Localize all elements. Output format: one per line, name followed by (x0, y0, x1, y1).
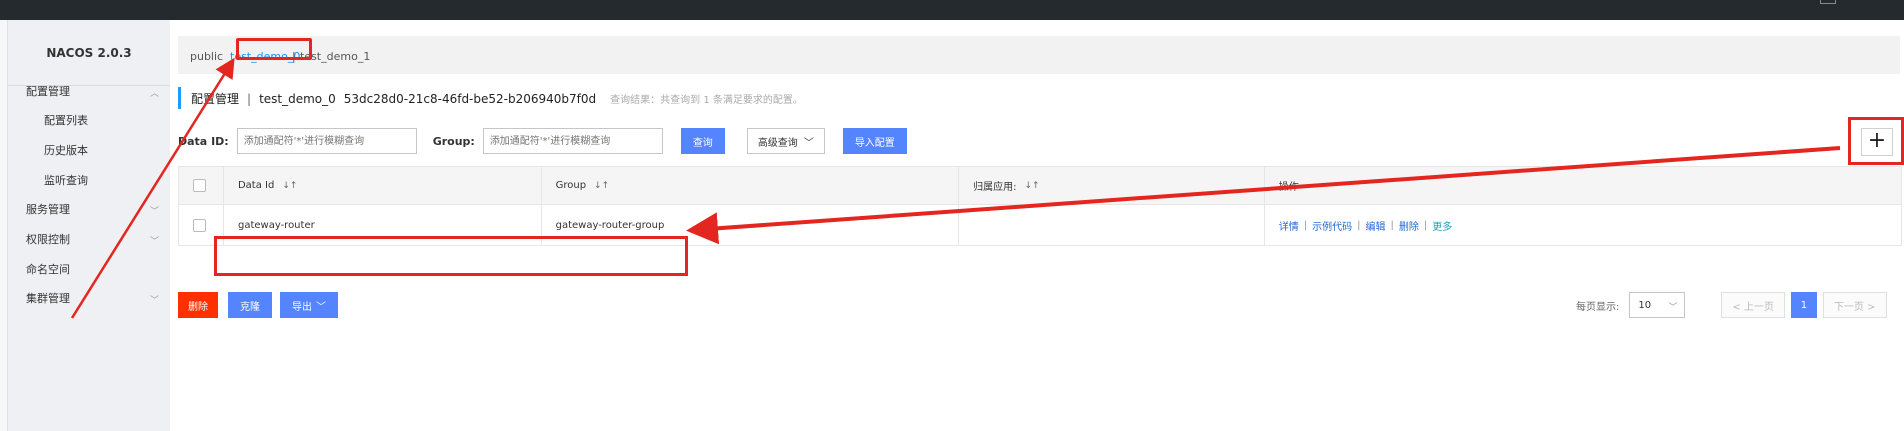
export-button[interactable]: 导出 ﹀ (280, 292, 338, 318)
page-title: 配置管理 | test_demo_0 53dc28d0-21c8-46fd-be52-… (191, 90, 596, 107)
query-button[interactable]: 查询 (680, 128, 725, 154)
export-label: 导出 (292, 301, 312, 313)
chevron-down-icon: ﹀ (150, 207, 160, 217)
highlight-box-namespace (236, 38, 312, 60)
op-separator: | (1357, 219, 1361, 231)
sidebar-item-access-control[interactable]: 权限控制 ﹀ (8, 225, 170, 253)
sidebar-item-label: 历史版本 (44, 144, 88, 157)
sample-code-link[interactable]: 示例代码 (1312, 218, 1352, 233)
cell-app (959, 205, 1265, 245)
advanced-query-label: 高级查询 (757, 137, 798, 149)
header-operations: 操作 (1265, 167, 1901, 204)
sidebar-item-label: 服务管理 (26, 203, 70, 216)
sort-icon[interactable]: ↓↑ (282, 181, 297, 191)
page-size-value: 10 (1638, 299, 1652, 311)
chevron-up-icon: ︿ (150, 89, 160, 99)
header-label: 操作 (1278, 182, 1299, 193)
op-separator: | (1423, 219, 1428, 231)
dataid-label: Data ID: (178, 134, 229, 148)
bulk-actions: 删除 克隆 导出 ﹀ (178, 292, 338, 318)
delete-link[interactable]: 删除 (1399, 218, 1419, 233)
title-namespace-id: 53dc28d0-21c8-46fd-be52-b206940b7f0d (343, 91, 597, 106)
sidebar-item-label: 监听查询 (44, 174, 88, 187)
header-data-id[interactable]: Data Id ↓↑ (224, 167, 542, 204)
pagination: 每页显示: 10 ﹀ < 上一页 1 下一页 > (1576, 292, 1887, 318)
current-page-button[interactable]: 1 (1790, 292, 1817, 318)
header-checkbox-cell (179, 167, 224, 204)
chevron-down-icon: ﹀ (316, 301, 326, 313)
op-separator: | (1303, 219, 1308, 231)
chevron-down-icon: ﹀ (150, 237, 160, 247)
page-size-select[interactable]: 10 ﹀ (1629, 292, 1686, 318)
clone-button[interactable]: 克隆 (228, 292, 272, 318)
add-config-button[interactable]: + (1861, 128, 1893, 156)
highlight-box-row (214, 236, 688, 276)
advanced-query-button[interactable]: 高级查询 ﹀ (746, 128, 825, 154)
op-separator: | (1390, 219, 1394, 231)
sidebar-item-service-management[interactable]: 服务管理 ﹀ (8, 195, 170, 223)
sort-icon[interactable]: ↓↑ (594, 181, 609, 191)
sidebar-item-config-list[interactable]: 配置列表 (8, 106, 170, 134)
edit-link[interactable]: 编辑 (1366, 218, 1386, 233)
title-separator: | (247, 91, 252, 106)
page-title-text: 配置管理 (191, 91, 240, 106)
details-link[interactable]: 详情 (1279, 218, 1299, 233)
header-label: Group (555, 180, 587, 191)
highlight-box-add: + (1848, 117, 1904, 165)
title-namespace: test_demo_0 (259, 91, 336, 106)
sidebar-item-cluster-management[interactable]: 集群管理 ﹀ (8, 284, 170, 312)
query-result-hint: 查询结果：共查询到 1 条满足要求的配置。 (610, 94, 803, 106)
sidebar-item-config-management[interactable]: 配置管理 ︿ (8, 77, 170, 105)
chevron-down-icon: ﹀ (150, 296, 160, 306)
group-input[interactable] (482, 128, 663, 154)
table-header: Data Id ↓↑ Group ↓↑ 归属应用: ↓↑ 操作 (179, 167, 1901, 205)
page-size-label: 每页显示: (1576, 301, 1620, 313)
sidebar-item-label: 集群管理 (26, 292, 70, 305)
chevron-down-icon: ﹀ (803, 137, 814, 149)
cell-operations: 详情 | 示例代码 | 编辑 | 删除 | 更多 (1265, 205, 1901, 245)
sidebar-item-label: 配置管理 (26, 85, 70, 98)
sidebar-item-label: 权限控制 (26, 233, 70, 246)
search-bar: Data ID: Group: 查询 高级查询 ﹀ 导入配置 (178, 128, 907, 154)
sidebar-item-label: 配置列表 (44, 114, 88, 127)
group-label: Group: (432, 134, 475, 148)
namespace-public[interactable]: public (190, 50, 223, 63)
sidebar: NACOS 2.0.3 配置管理 ︿ 配置列表 历史版本 监听查询 服务管理 ﹀… (8, 20, 170, 431)
title-accent-bar (178, 87, 181, 109)
namespace-bar: public test_demo_0 | test_demo_1 (178, 36, 1900, 74)
sidebar-edge (0, 20, 8, 431)
sidebar-item-listener-query[interactable]: 监听查询 (8, 166, 170, 194)
header-app[interactable]: 归属应用: ↓↑ (959, 167, 1265, 204)
sort-icon[interactable]: ↓↑ (1024, 181, 1039, 191)
window-icon[interactable] (1820, 0, 1836, 4)
row-checkbox[interactable] (193, 218, 206, 232)
sidebar-item-namespace[interactable]: 命名空间 (8, 255, 170, 283)
header-label: 归属应用: (973, 182, 1017, 193)
top-navbar (0, 0, 1904, 20)
main-content: public test_demo_0 | test_demo_1 配置管理 | te… (170, 20, 1904, 431)
config-table: Data Id ↓↑ Group ↓↑ 归属应用: ↓↑ 操作 gateway-rou… (178, 166, 1902, 246)
sidebar-item-history[interactable]: 历史版本 (8, 136, 170, 164)
page-header: 配置管理 | test_demo_0 53dc28d0-21c8-46fd-be52-… (178, 84, 803, 112)
select-all-checkbox[interactable] (193, 179, 206, 192)
bulk-delete-button[interactable]: 删除 (178, 292, 218, 318)
dataid-input[interactable] (236, 128, 417, 154)
prev-page-button[interactable]: < 上一页 (1721, 292, 1785, 318)
sidebar-item-label: 命名空间 (26, 263, 70, 276)
chevron-down-icon: ﹀ (1668, 303, 1678, 313)
header-label: Data Id (237, 180, 275, 191)
next-page-button[interactable]: 下一页 > (1822, 292, 1887, 318)
import-config-button[interactable]: 导入配置 (842, 128, 907, 154)
more-link[interactable]: 更多 (1432, 218, 1452, 233)
header-group[interactable]: Group ↓↑ (542, 167, 960, 204)
